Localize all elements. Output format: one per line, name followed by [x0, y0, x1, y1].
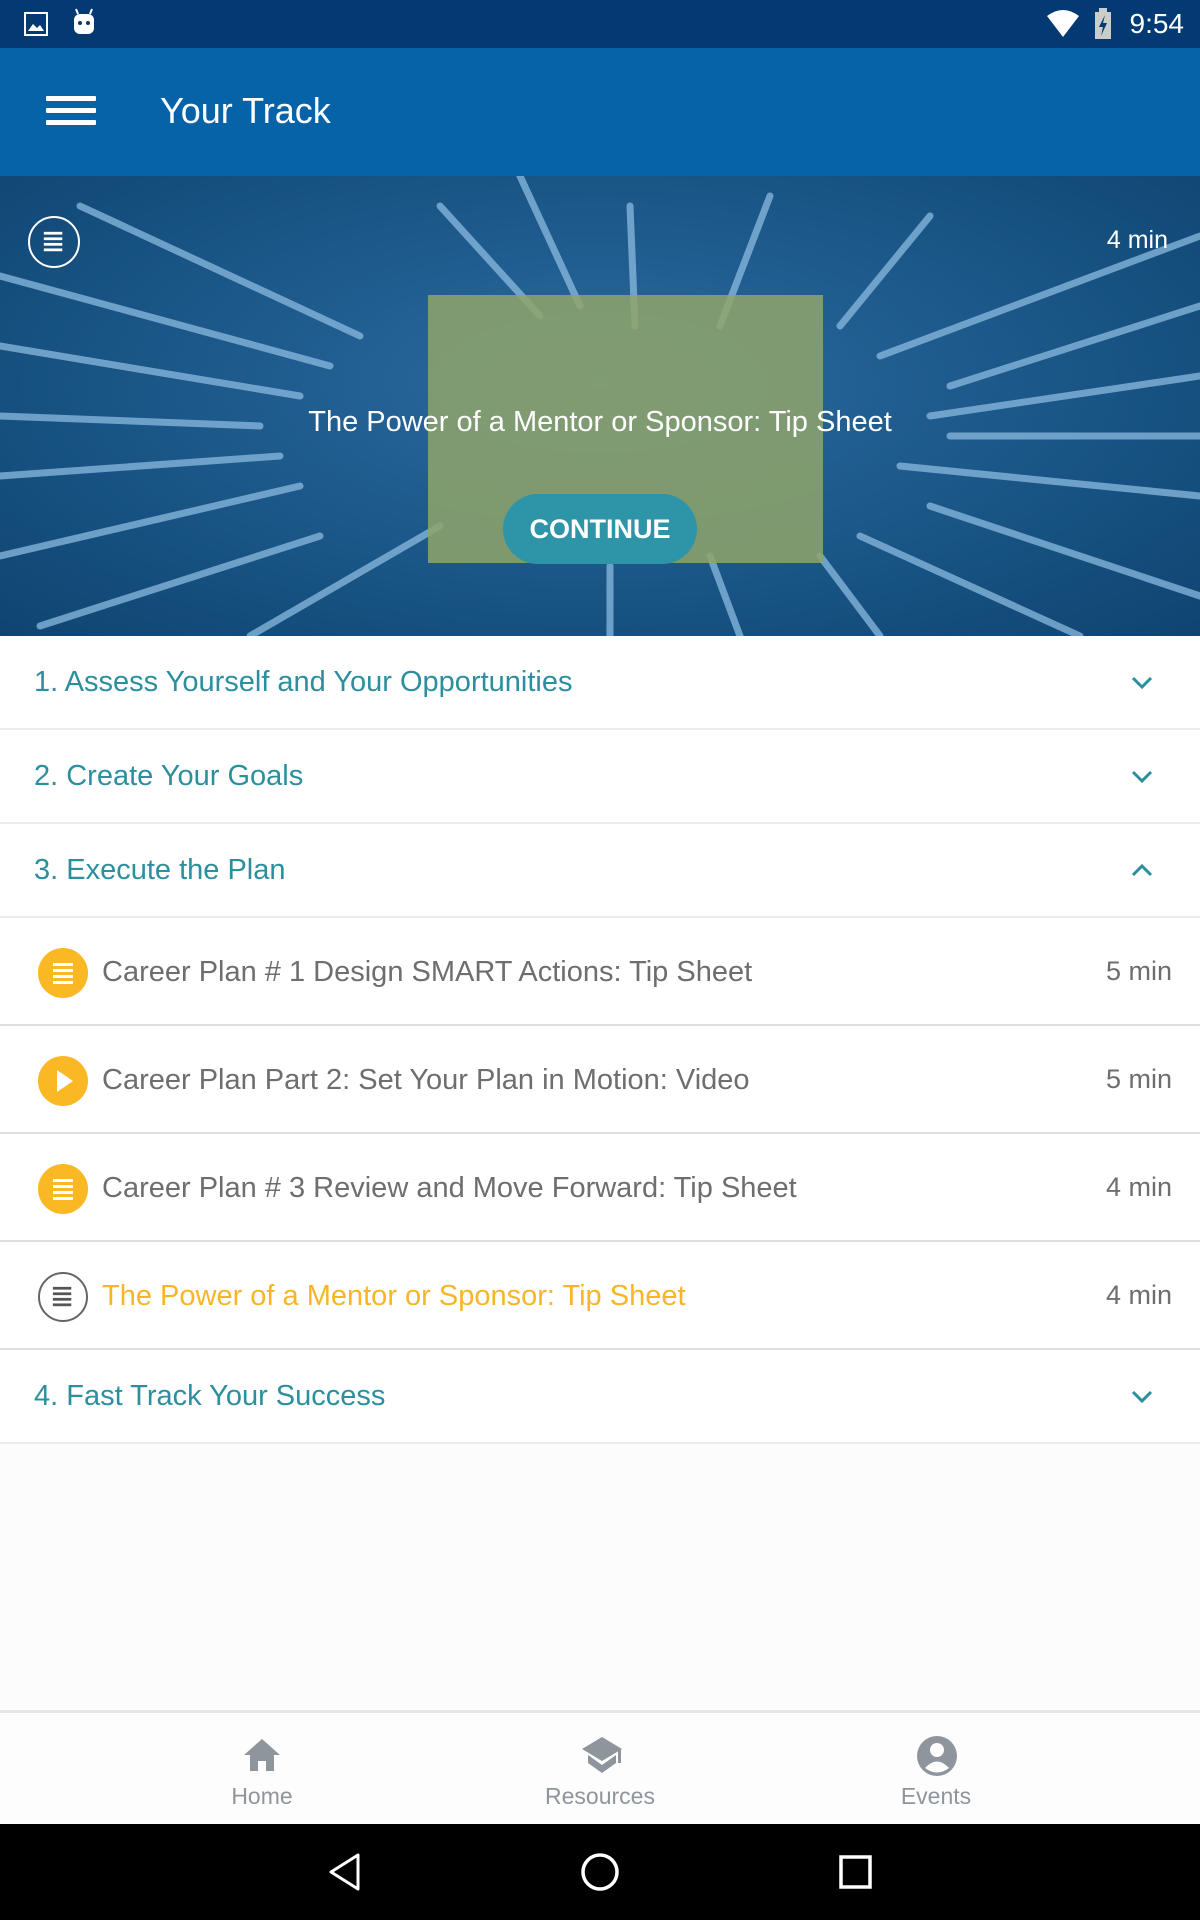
bottom-navigation: Home Resources Events [0, 1710, 1200, 1824]
android-notification-icon [74, 8, 94, 34]
item-duration: 5 min [1105, 1064, 1172, 1094]
section-label: 2. Create Your Goals [34, 760, 304, 792]
list-item[interactable]: Career Plan # 1 Design SMART Actions: Ti… [0, 918, 1200, 1026]
document-icon [28, 216, 80, 268]
wifi-icon [1047, 10, 1079, 37]
chevron-down-icon[interactable] [1130, 764, 1154, 788]
nav-label: Events [900, 1783, 972, 1809]
home-icon [244, 1739, 280, 1771]
item-label: Career Plan # 1 Design SMART Actions: Ti… [102, 956, 753, 988]
document-icon [38, 1272, 88, 1322]
item-label: The Power of a Mentor or Sponsor: Tip Sh… [102, 1280, 686, 1312]
section-1[interactable]: 1. Assess Yourself and Your Opportunitie… [0, 636, 1200, 730]
list-item[interactable]: Career Plan # 3 Review and Move Forward:… [0, 1134, 1200, 1242]
item-duration: 4 min [1105, 1172, 1172, 1202]
section-label: 1. Assess Yourself and Your Opportunitie… [34, 666, 573, 698]
battery-charging-icon [1095, 8, 1111, 39]
system-navigation-bar [0, 1824, 1200, 1920]
continue-button[interactable]: CONTINUE [503, 494, 697, 564]
item-label: Career Plan # 3 Review and Move Forward:… [102, 1172, 797, 1204]
nav-home[interactable]: Home [112, 1713, 412, 1823]
chevron-up-icon[interactable] [1130, 858, 1154, 882]
play-icon [38, 1056, 88, 1106]
status-bar: 9:54 [0, 0, 1200, 48]
list-item[interactable]: Career Plan Part 2: Set Your Plan in Mot… [0, 1026, 1200, 1134]
document-icon [38, 1164, 88, 1214]
graduation-cap-icon [582, 1737, 622, 1773]
nav-label: Home [231, 1783, 293, 1809]
document-icon [38, 948, 88, 998]
hero-title: The Power of a Mentor or Sponsor: Tip Sh… [308, 406, 892, 438]
clock: 9:54 [1129, 8, 1185, 39]
section-3[interactable]: 3. Execute the Plan [0, 824, 1200, 918]
item-label: Career Plan Part 2: Set Your Plan in Mot… [102, 1064, 750, 1096]
list-item-active[interactable]: The Power of a Mentor or Sponsor: Tip Sh… [0, 1242, 1200, 1350]
home-circle-icon[interactable] [580, 1852, 620, 1892]
section-4[interactable]: 4. Fast Track Your Success [0, 1350, 1200, 1444]
user-circle-icon [917, 1736, 957, 1776]
nav-resources[interactable]: Resources [450, 1713, 750, 1823]
hero-duration: 4 min [1106, 226, 1168, 254]
gallery-notification-icon [24, 12, 48, 36]
page-title: Your Track [160, 90, 331, 131]
hero-banner[interactable]: 4 min The Power of a Mentor or Sponsor: … [0, 176, 1200, 636]
app-bar: Your Track [0, 48, 1200, 176]
nav-label: Resources [545, 1783, 655, 1809]
nav-events[interactable]: Events [786, 1713, 1086, 1823]
item-duration: 5 min [1105, 956, 1172, 986]
section-label: 4. Fast Track Your Success [34, 1380, 386, 1412]
chevron-down-icon[interactable] [1130, 1384, 1154, 1408]
chevron-down-icon[interactable] [1130, 670, 1154, 694]
back-icon[interactable] [326, 1852, 362, 1892]
section-label: 3. Execute the Plan [34, 854, 286, 886]
section-2[interactable]: 2. Create Your Goals [0, 730, 1200, 824]
recents-icon[interactable] [838, 1854, 874, 1890]
hamburger-menu-icon[interactable] [46, 96, 96, 126]
item-duration: 4 min [1105, 1280, 1172, 1310]
